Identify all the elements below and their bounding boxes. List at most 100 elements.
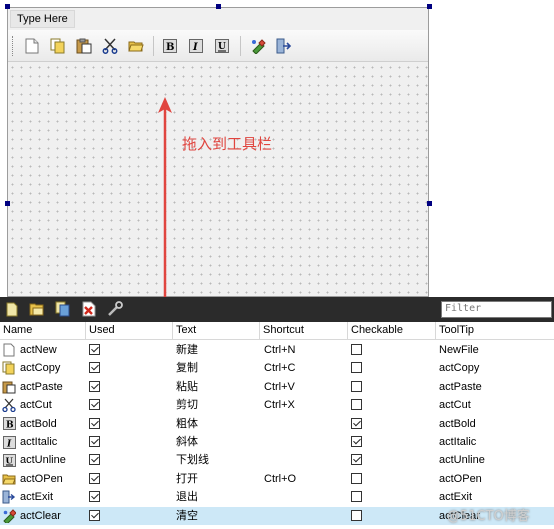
bold-icon[interactable]: B bbox=[160, 36, 180, 56]
checkable-checkbox[interactable] bbox=[351, 509, 362, 521]
column-header-name[interactable]: Name bbox=[0, 322, 86, 340]
action-tooltip: actBold bbox=[439, 417, 476, 430]
toolbar-separator bbox=[153, 36, 154, 56]
action-tooltip: actOPen bbox=[439, 472, 482, 485]
toolbar-grip[interactable] bbox=[12, 36, 15, 56]
copy-action-icon[interactable] bbox=[53, 299, 73, 319]
action-text: 清空 bbox=[176, 509, 198, 522]
used-checkbox[interactable] bbox=[89, 509, 100, 521]
action-tooltip: actPaste bbox=[439, 380, 482, 393]
checkable-checkbox[interactable] bbox=[351, 454, 362, 466]
action-shortcut bbox=[264, 415, 348, 433]
copy-icon[interactable] bbox=[48, 36, 68, 56]
svg-text:B: B bbox=[6, 421, 14, 431]
column-header-tooltip[interactable]: ToolTip bbox=[436, 322, 554, 340]
action-tooltip: actItalic bbox=[439, 436, 477, 448]
resize-handle[interactable] bbox=[5, 4, 10, 9]
exit-icon[interactable] bbox=[274, 36, 294, 56]
svg-text:I: I bbox=[192, 42, 198, 53]
used-checkbox[interactable] bbox=[89, 436, 100, 447]
action-name: actClear bbox=[20, 509, 61, 522]
action-table: Name Used Text Shortcut Checkable ToolTi… bbox=[0, 322, 554, 529]
table-row[interactable]: UactUnline 下划线 actUnline bbox=[0, 451, 554, 469]
action-name: actPaste bbox=[20, 380, 63, 393]
used-checkbox[interactable] bbox=[89, 344, 100, 355]
resize-handle[interactable] bbox=[427, 4, 432, 9]
used-checkbox[interactable] bbox=[89, 380, 100, 392]
toolbar-separator bbox=[240, 36, 241, 56]
used-checkbox[interactable] bbox=[89, 362, 100, 374]
action-text: 粘贴 bbox=[176, 380, 198, 393]
table-header: Name Used Text Shortcut Checkable ToolTi… bbox=[0, 322, 554, 340]
used-checkbox[interactable] bbox=[89, 472, 100, 484]
main-toolbar: B I U bbox=[8, 30, 428, 62]
watermark: @51CTO博客 bbox=[447, 509, 530, 524]
checkable-checkbox[interactable] bbox=[351, 362, 362, 374]
action-text: 剪切 bbox=[176, 399, 198, 412]
column-header-used[interactable]: Used bbox=[86, 322, 173, 340]
resize-handle[interactable] bbox=[427, 201, 432, 206]
column-header-checkable[interactable]: Checkable bbox=[348, 322, 436, 340]
filter-input[interactable]: Filter bbox=[441, 301, 552, 318]
table-row[interactable]: actCut 剪切 Ctrl+X actCut bbox=[0, 396, 554, 414]
table-row[interactable]: BactBold 粗体 actBold bbox=[0, 415, 554, 433]
checkable-checkbox[interactable] bbox=[351, 399, 362, 411]
configure-icon[interactable] bbox=[105, 299, 125, 319]
checkable-checkbox[interactable] bbox=[351, 380, 362, 392]
column-header-text[interactable]: Text bbox=[173, 322, 260, 340]
used-checkbox[interactable] bbox=[89, 399, 100, 411]
open-icon[interactable] bbox=[27, 299, 47, 319]
action-tooltip: actCut bbox=[439, 399, 471, 412]
table-row[interactable]: actOPen 打开 Ctrl+O actOPen bbox=[0, 470, 554, 488]
paste-icon[interactable] bbox=[74, 36, 94, 56]
clear-icon[interactable] bbox=[248, 36, 268, 56]
action-name: actUnline bbox=[20, 454, 66, 467]
table-row[interactable]: actExit 退出 actExit bbox=[0, 488, 554, 506]
used-checkbox[interactable] bbox=[89, 454, 100, 466]
action-shortcut bbox=[264, 451, 348, 469]
form-canvas[interactable] bbox=[8, 63, 428, 296]
used-checkbox[interactable] bbox=[89, 491, 100, 503]
used-checkbox[interactable] bbox=[89, 417, 100, 429]
resize-handle[interactable] bbox=[5, 201, 10, 206]
checkable-checkbox[interactable] bbox=[351, 436, 362, 447]
action-text: 打开 bbox=[176, 472, 198, 485]
svg-text:B: B bbox=[166, 42, 174, 53]
table-row[interactable]: IactItalic 斜体 actItalic bbox=[0, 433, 554, 451]
action-name: actItalic bbox=[20, 436, 58, 448]
italic-icon: I bbox=[2, 435, 16, 449]
open-folder-icon bbox=[2, 472, 16, 486]
new-file-icon[interactable] bbox=[22, 36, 42, 56]
checkable-checkbox[interactable] bbox=[351, 344, 362, 355]
underline-icon[interactable]: U bbox=[212, 36, 232, 56]
checkable-checkbox[interactable] bbox=[351, 491, 362, 503]
new-action-icon[interactable] bbox=[2, 299, 22, 319]
column-header-shortcut[interactable]: Shortcut bbox=[260, 322, 348, 340]
resize-handle[interactable] bbox=[216, 4, 221, 9]
new-file-icon bbox=[2, 343, 16, 357]
table-row[interactable]: actPaste 粘贴 Ctrl+V actPaste bbox=[0, 378, 554, 396]
action-name: actExit bbox=[20, 491, 54, 504]
action-shortcut: Ctrl+C bbox=[264, 362, 296, 375]
italic-icon[interactable]: I bbox=[186, 36, 206, 56]
action-text: 粗体 bbox=[176, 417, 198, 430]
checkable-checkbox[interactable] bbox=[351, 417, 362, 429]
action-shortcut bbox=[264, 488, 348, 506]
checkable-checkbox[interactable] bbox=[351, 472, 362, 484]
cut-icon[interactable] bbox=[100, 36, 120, 56]
exit-icon bbox=[2, 490, 16, 504]
open-folder-icon[interactable] bbox=[126, 36, 146, 56]
action-name: actBold bbox=[20, 417, 57, 430]
table-row[interactable]: actNew 新建 Ctrl+N NewFile bbox=[0, 341, 554, 359]
table-row[interactable]: actCopy 复制 Ctrl+C actCopy bbox=[0, 359, 554, 377]
action-text: 新建 bbox=[176, 344, 198, 356]
delete-icon[interactable] bbox=[79, 299, 99, 319]
cut-icon bbox=[2, 398, 16, 413]
action-tooltip: actCopy bbox=[439, 362, 480, 375]
paste-icon bbox=[2, 380, 16, 394]
action-shortcut: Ctrl+X bbox=[264, 399, 295, 412]
action-name: actCut bbox=[20, 399, 52, 412]
menu-type-here[interactable]: Type Here bbox=[10, 10, 75, 28]
drag-hint-text: 拖入到工具栏 bbox=[182, 135, 273, 153]
underline-icon: U bbox=[2, 453, 16, 467]
